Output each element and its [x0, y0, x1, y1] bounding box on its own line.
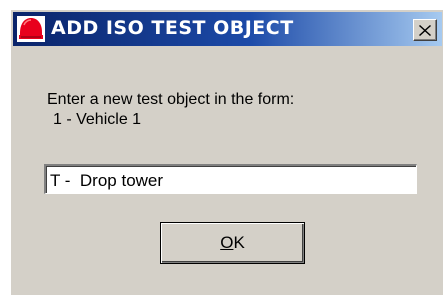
instruction-line-1: Enter a new test object in the form:: [47, 91, 295, 108]
test-object-input[interactable]: [44, 164, 417, 194]
ok-button[interactable]: OK: [160, 222, 305, 264]
close-icon: [419, 24, 431, 36]
window-title: ADD ISO TEST OBJECT: [51, 17, 294, 39]
add-iso-test-object-dialog: ADD ISO TEST OBJECT Enter a new test obj…: [10, 9, 443, 295]
instruction-text: Enter a new test object in the form: 1 -…: [47, 90, 294, 130]
title-bar[interactable]: ADD ISO TEST OBJECT: [13, 12, 442, 46]
ok-button-mnemonic: O: [220, 233, 234, 252]
ok-button-label-rest: K: [233, 233, 245, 252]
close-button[interactable]: [413, 19, 437, 41]
instruction-line-2: 1 - Vehicle 1: [53, 111, 142, 128]
helmet-icon: [17, 16, 45, 42]
